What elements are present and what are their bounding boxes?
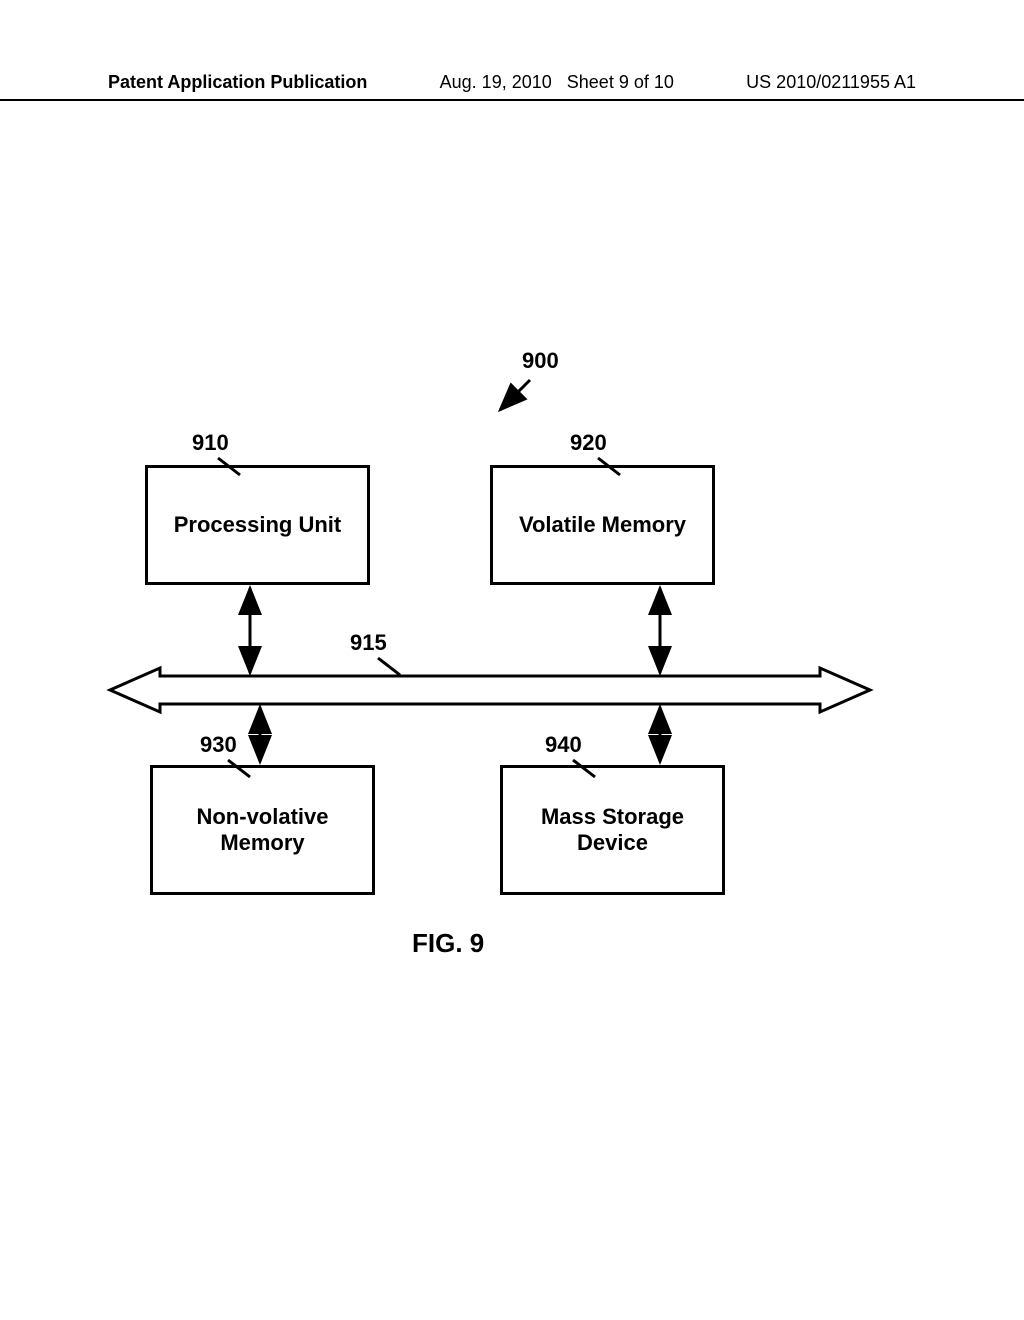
figure-label: FIG. 9	[412, 928, 484, 959]
ref-920: 920	[570, 430, 607, 456]
block-volatile-memory: Volatile Memory	[490, 465, 715, 585]
header-center: Aug. 19, 2010 Sheet 9 of 10	[440, 72, 674, 93]
block-volatile-memory-label: Volatile Memory	[519, 512, 686, 538]
bus-label: BUS	[425, 678, 467, 701]
header-left: Patent Application Publication	[108, 72, 367, 93]
ref-940: 940	[545, 732, 582, 758]
block-mass-storage: Mass Storage Device	[500, 765, 725, 895]
block-processing-unit: Processing Unit	[145, 465, 370, 585]
header-date: Aug. 19, 2010	[440, 72, 552, 92]
ref-900: 900	[522, 348, 559, 374]
block-nonvolatile-memory: Non-volative Memory	[150, 765, 375, 895]
header-sheet: Sheet 9 of 10	[567, 72, 674, 92]
ref-910: 910	[192, 430, 229, 456]
header-pubno: US 2010/0211955 A1	[746, 72, 916, 93]
page-header: Patent Application Publication Aug. 19, …	[0, 72, 1024, 101]
ref-930: 930	[200, 732, 237, 758]
block-processing-unit-label: Processing Unit	[174, 512, 341, 538]
ref-915: 915	[350, 630, 387, 656]
block-mass-storage-label: Mass Storage Device	[541, 804, 684, 856]
block-nonvolatile-memory-label: Non-volative Memory	[196, 804, 328, 856]
figure-diagram: 900 910 920 Processing Unit Volatile Mem…	[0, 300, 1024, 1100]
